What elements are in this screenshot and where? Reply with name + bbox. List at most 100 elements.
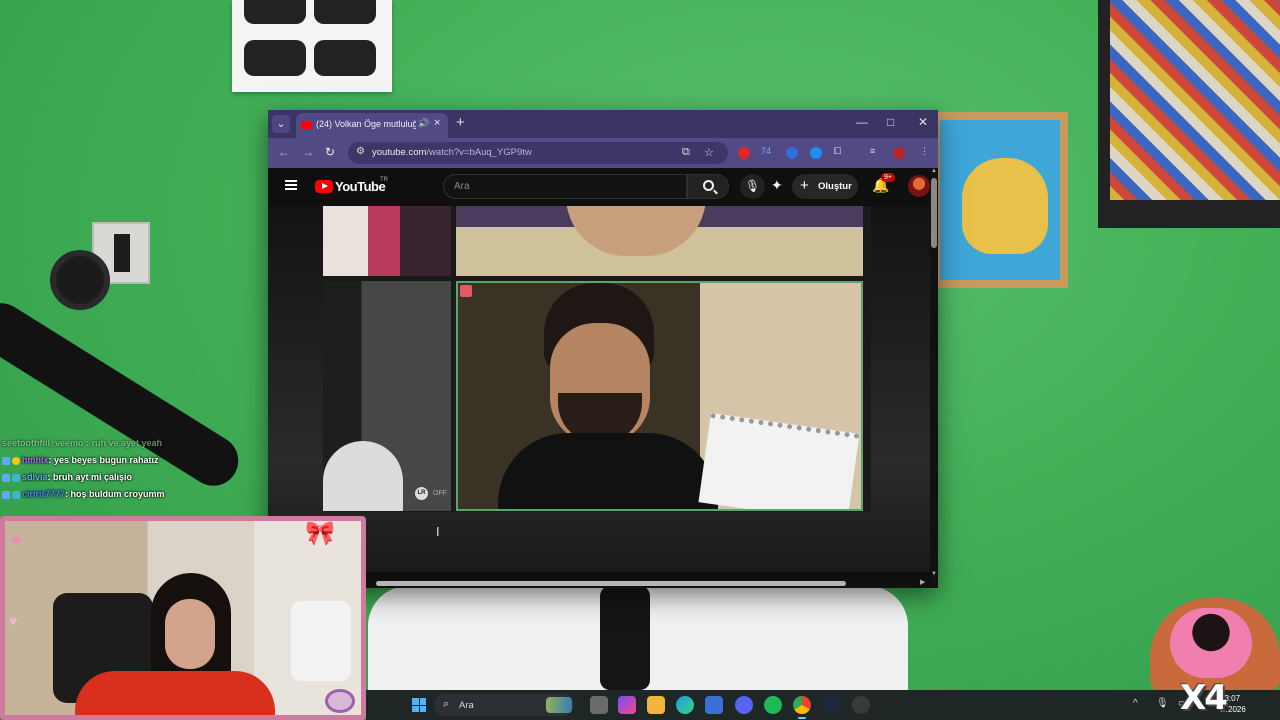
file-explorer-icon[interactable] xyxy=(647,696,665,714)
mic-arm-joint xyxy=(50,250,110,310)
search-highlight-image xyxy=(546,697,572,713)
vertical-scrollbar[interactable]: ▲ ▼ xyxy=(930,168,938,588)
store-icon[interactable] xyxy=(705,696,723,714)
extension-red-icon[interactable] xyxy=(738,147,750,159)
taskbar-search[interactable]: ⌕ Ara xyxy=(434,694,574,716)
tray-mic-icon[interactable]: 🎙 xyxy=(1156,698,1169,709)
sparkle-icon[interactable]: ✦ xyxy=(771,177,783,194)
extension-vpn-icon[interactable] xyxy=(810,147,822,159)
tab-youtube[interactable]: (24) Volkan Öge mutluluğu 🔊 × xyxy=(296,113,448,138)
overlay-off-label: OFF xyxy=(433,490,447,497)
extension-counter-label[interactable]: 74 xyxy=(761,146,771,156)
windows-start-icon[interactable] xyxy=(412,698,426,712)
minimize-button[interactable]: — xyxy=(856,115,868,129)
steam-icon[interactable] xyxy=(822,696,840,714)
chat-message: hmhlx: yes beyes bugun rahatız xyxy=(2,455,262,472)
video-panel-top-right xyxy=(456,206,863,276)
taskbar-search-placeholder: Ara xyxy=(459,700,474,711)
robot-figurine xyxy=(291,601,351,681)
chat-username: ciririr7777 xyxy=(22,489,66,499)
sub-badge-icon xyxy=(2,456,10,465)
extensions-puzzle-icon[interactable]: ⧠ xyxy=(834,146,841,157)
ribbon-bow-icon: 🎀 xyxy=(305,520,335,547)
youtube-header: YouTube TR Ara 🎙 ✦ + Oluştur 🔔 9+ xyxy=(268,168,930,206)
cartoon-poster-frame xyxy=(1098,0,1280,228)
heart-icon: ♥ xyxy=(11,531,22,551)
video-panel-main xyxy=(456,281,863,511)
obs-icon[interactable] xyxy=(852,696,870,714)
sub-badge-icon xyxy=(2,473,10,482)
install-app-icon[interactable]: ⧉ xyxy=(682,146,690,159)
chat-message: sdlvia: bruh ayt mi çalışio xyxy=(2,472,262,489)
search-placeholder: Ara xyxy=(454,181,470,192)
maximize-button[interactable]: □ xyxy=(887,115,894,129)
lr-logo-icon: LR xyxy=(415,487,428,500)
search-button[interactable] xyxy=(687,174,729,199)
speaker-icon[interactable]: 🔊 xyxy=(418,118,429,129)
menu-hamburger-icon[interactable] xyxy=(285,180,297,190)
tab-search-button[interactable]: ⌄ xyxy=(272,115,290,133)
browser-window: ⌄ (24) Volkan Öge mutluluğu 🔊 × + — □ ✕ … xyxy=(268,110,938,588)
vertical-scroll-thumb[interactable] xyxy=(931,178,937,248)
anime-heart-sticker xyxy=(1170,608,1252,678)
youtube-wordmark[interactable]: YouTube xyxy=(335,179,386,194)
chat-text: : yes beyes bugun rahatız xyxy=(48,455,159,465)
profile-avatar-icon[interactable] xyxy=(893,147,905,159)
horizontal-scrollbar[interactable]: ▶ xyxy=(268,578,930,588)
tab-title: (24) Volkan Öge mutluluğu xyxy=(316,119,416,129)
chat-username: hmhlx xyxy=(22,455,49,465)
youtube-favicon-icon xyxy=(301,121,312,129)
cat-poster xyxy=(232,0,392,92)
horizontal-scroll-thumb[interactable] xyxy=(376,581,846,586)
browser-menu-icon[interactable]: ⋮ xyxy=(920,146,929,157)
edge-icon[interactable] xyxy=(676,696,694,714)
bookmark-star-icon[interactable]: ☆ xyxy=(704,146,714,159)
chat-line-faded: seetoothfill_veemo : ruh ve ayet yeah xyxy=(2,438,163,448)
sub-badge-icon xyxy=(2,490,10,499)
tray-overflow-icon[interactable]: ^ xyxy=(1133,698,1138,709)
voice-search-button[interactable]: 🎙 xyxy=(740,174,765,199)
search-icon xyxy=(703,180,714,191)
new-tab-button[interactable]: + xyxy=(456,114,465,131)
heart-icon: ♥ xyxy=(9,613,18,629)
plus-icon: + xyxy=(800,177,809,194)
eye-decoration-icon xyxy=(325,689,355,713)
create-button[interactable]: + Oluştur xyxy=(792,174,858,199)
microphone xyxy=(600,586,650,690)
copilot-icon[interactable] xyxy=(618,696,636,714)
forward-arrow-icon[interactable]: → xyxy=(302,145,314,159)
youtube-logo-icon[interactable] xyxy=(315,180,333,193)
stream-chat-overlay: seetoothfill_veemo : ruh ve ayet yeah hm… xyxy=(2,438,262,506)
address-bar[interactable]: ⚙ youtube.com/watch?v=bAuq_YGP9tw ⧉ ☆ xyxy=(348,142,728,164)
chat-message: ciririr7777: hoş buldum croyumm xyxy=(2,489,262,506)
media-controls-icon[interactable]: ≡ xyxy=(870,146,875,156)
scroll-right-icon[interactable]: ▶ xyxy=(920,578,925,586)
back-arrow-icon[interactable]: ← xyxy=(278,145,290,159)
video-frame[interactable]: LR OFF xyxy=(323,206,871,512)
video-player-area[interactable]: LR OFF I xyxy=(268,206,930,572)
bits-badge-icon xyxy=(12,456,20,465)
region-code: TR xyxy=(380,177,388,183)
youtube-search-input[interactable]: Ara xyxy=(443,174,687,199)
reload-icon[interactable]: ↻ xyxy=(325,145,335,159)
task-view-icon[interactable] xyxy=(590,696,608,714)
video-panel-top-left xyxy=(323,206,451,276)
account-avatar[interactable] xyxy=(908,175,930,197)
extension-blue-icon[interactable] xyxy=(786,147,798,159)
webcam-overlay: 🎀 ♥ ♥ xyxy=(0,516,366,720)
scroll-down-icon[interactable]: ▼ xyxy=(931,571,937,577)
create-label: Oluştur xyxy=(818,181,852,192)
chat-text: : hoş buldum croyumm xyxy=(65,489,165,499)
chrome-icon[interactable] xyxy=(793,696,811,719)
site-settings-icon[interactable]: ⚙ xyxy=(356,146,365,157)
search-icon: ⌕ xyxy=(443,698,450,710)
scroll-up-icon[interactable]: ▲ xyxy=(931,168,937,174)
tab-close-icon[interactable]: × xyxy=(434,117,440,129)
spotify-icon[interactable] xyxy=(764,696,782,714)
close-window-button[interactable]: ✕ xyxy=(918,115,928,129)
discord-icon[interactable] xyxy=(735,696,753,714)
record-indicator-icon xyxy=(460,285,472,297)
gift-badge-icon xyxy=(12,490,20,499)
notification-badge: 9+ xyxy=(881,173,895,182)
url-text: youtube.com/watch?v=bAuq_YGP9tw xyxy=(372,147,532,158)
